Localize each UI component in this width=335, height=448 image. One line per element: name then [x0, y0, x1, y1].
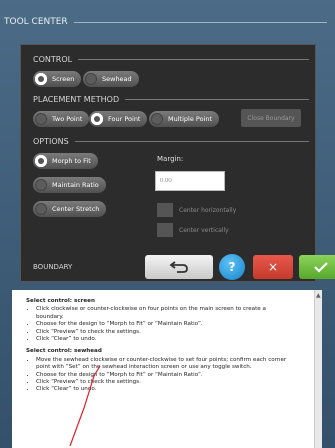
boundary-bar: BOUNDARY ? ×	[21, 253, 335, 281]
center-horizontally-checkbox[interactable]	[157, 203, 173, 217]
radio-knob	[91, 113, 103, 125]
radio-knob	[35, 155, 47, 167]
options-heading: OPTIONS	[33, 137, 69, 146]
radio-knob	[35, 203, 47, 215]
radio-two-point[interactable]: Two Point	[33, 111, 90, 127]
undo-icon	[169, 261, 188, 273]
placement-heading: PLACEMENT METHOD	[33, 95, 120, 104]
checkmark-icon	[314, 262, 328, 273]
boundary-label: BOUNDARY	[33, 263, 73, 271]
radio-knob	[35, 113, 47, 125]
control-heading: CONTROL	[33, 55, 73, 64]
radio-morph-to-fit[interactable]: Morph to Fit	[33, 153, 98, 169]
radio-multiple-point[interactable]: Multiple Point	[149, 111, 220, 127]
radio-knob	[151, 113, 163, 125]
radio-multiple-point-label: Multiple Point	[168, 115, 213, 123]
radio-sewhead-label: Sewhead	[102, 75, 132, 83]
window-title: TOOL CENTER	[4, 17, 68, 27]
title-bar: TOOL CENTER	[0, 12, 335, 32]
radio-two-point-label: Two Point	[52, 115, 83, 123]
radio-screen[interactable]: Screen	[33, 71, 82, 87]
clear-button[interactable]: ×	[253, 255, 293, 279]
close-boundary-button[interactable]: Close Boundary	[241, 109, 301, 127]
placement-section-header: PLACEMENT METHOD	[33, 95, 309, 104]
title-divider	[73, 21, 327, 23]
radio-knob	[35, 179, 47, 191]
help-button[interactable]: ?	[219, 254, 245, 280]
radio-morph-to-fit-label: Morph to Fit	[52, 157, 91, 165]
tool-center-window: TOOL CENTER CONTROL Screen Sewhead PLACE…	[0, 0, 335, 448]
confirm-button[interactable]	[299, 255, 335, 279]
center-vertically-label: Center vertically	[179, 227, 229, 234]
radio-screen-label: Screen	[52, 75, 75, 83]
margin-label: Margin:	[157, 155, 184, 163]
radio-center-stretch[interactable]: Center Stretch	[33, 201, 107, 217]
radio-center-stretch-label: Center Stretch	[52, 205, 100, 213]
options-section-header: OPTIONS	[33, 137, 309, 146]
tool-panel: CONTROL Screen Sewhead PLACEMENT METHOD …	[20, 44, 335, 282]
center-vertically-checkbox[interactable]	[157, 223, 173, 237]
center-horizontally-label: Center horizontally	[179, 207, 237, 214]
radio-knob	[85, 73, 97, 85]
radio-knob	[35, 73, 47, 85]
radio-sewhead[interactable]: Sewhead	[83, 71, 139, 87]
radio-maintain-ratio[interactable]: Maintain Ratio	[33, 177, 106, 193]
radio-maintain-ratio-label: Maintain Ratio	[52, 181, 99, 189]
help-pane: Select control: screen Click clockwise o…	[12, 290, 322, 448]
red-annotation-line	[69, 365, 101, 447]
undo-button[interactable]	[145, 255, 213, 279]
margin-input[interactable]	[155, 171, 225, 191]
radio-four-point-label: Four Point	[108, 115, 141, 123]
radio-four-point[interactable]: Four Point	[89, 111, 148, 127]
control-section-header: CONTROL	[33, 55, 309, 64]
